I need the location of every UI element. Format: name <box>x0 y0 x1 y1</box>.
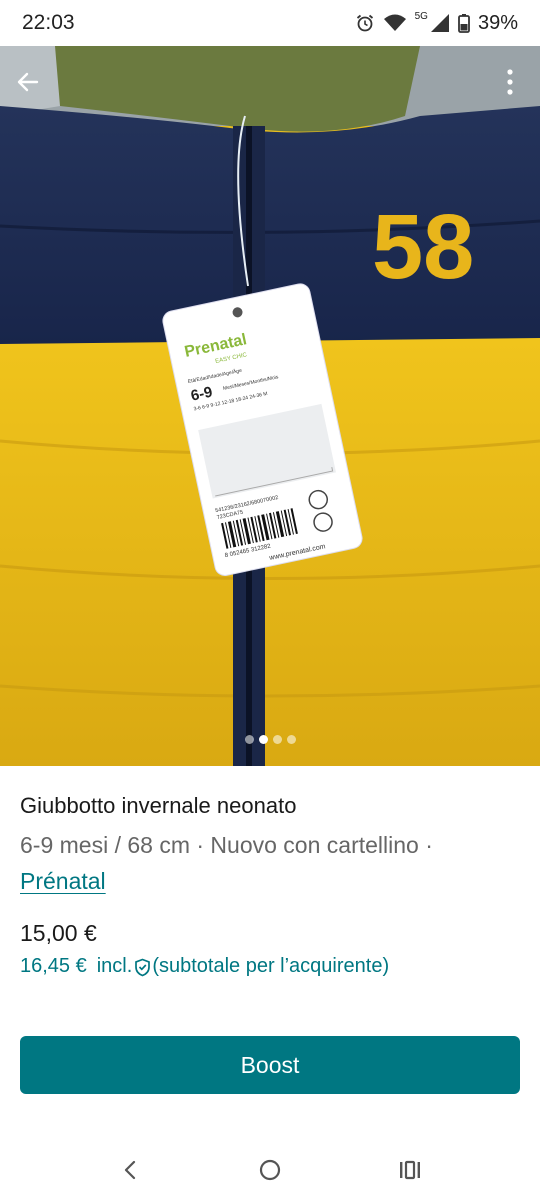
nav-back-icon <box>124 1160 136 1180</box>
more-options-button[interactable] <box>490 62 530 102</box>
screen: 22:03 5G 39% 58 Prenatal EASY CHIC Età/E… <box>0 0 540 1200</box>
brand-link[interactable]: Prénatal <box>20 868 106 894</box>
buyer-price-incl-label: incl. <box>96 955 133 977</box>
gallery-pagination <box>0 735 540 744</box>
listing-title: Giubbotto invernale neonato <box>20 793 297 818</box>
status-time: 22:03 <box>22 11 75 34</box>
status-bar: 22:03 5G 39% <box>0 0 540 46</box>
nav-recents-button[interactable] <box>388 1148 432 1192</box>
boost-button[interactable]: Boost <box>20 1036 520 1094</box>
buyer-price-info[interactable]: 16,45 € incl. (subtotale per l’acquirent… <box>20 955 389 978</box>
gallery-dot-active[interactable] <box>258 735 268 744</box>
network-type: 5G <box>414 10 428 22</box>
listing-price: 15,00 € <box>20 920 97 946</box>
battery-icon <box>458 14 470 33</box>
buyer-price-amount: 16,45 € <box>20 955 87 977</box>
system-nav-bar <box>0 1140 540 1200</box>
nav-recents-icon <box>400 1160 420 1180</box>
gallery-dot[interactable] <box>272 735 282 744</box>
shield-check-icon <box>135 958 151 977</box>
listing-photo[interactable]: 58 Prenatal EASY CHIC Età/Edad/Idade/Age… <box>0 46 540 766</box>
buyer-price-note: (subtotale per l’acquirente) <box>152 955 390 977</box>
jacket-number: 58 <box>372 196 474 298</box>
status-icons: 5G 39% <box>355 10 518 35</box>
back-button[interactable] <box>8 62 48 102</box>
nav-back-button[interactable] <box>108 1148 152 1192</box>
signal-icon <box>430 14 449 32</box>
battery-percent: 39% <box>477 11 518 34</box>
gallery-dot[interactable] <box>244 735 254 744</box>
alarm-icon <box>356 14 373 32</box>
wifi-icon <box>383 14 406 31</box>
more-vertical-icon <box>507 69 513 95</box>
nav-home-button[interactable] <box>248 1148 292 1192</box>
listing-details: 6-9 mesi / 68 cm · Nuovo con cartellino … <box>20 827 520 899</box>
gallery-dot[interactable] <box>286 735 296 744</box>
jacket-photo-illustration: 58 Prenatal EASY CHIC Età/Edad/Idade/Age… <box>0 46 540 766</box>
back-arrow-icon <box>17 72 39 92</box>
nav-home-icon <box>259 1159 281 1181</box>
listing-size-condition: 6-9 mesi / 68 cm · Nuovo con cartellino … <box>20 832 433 858</box>
